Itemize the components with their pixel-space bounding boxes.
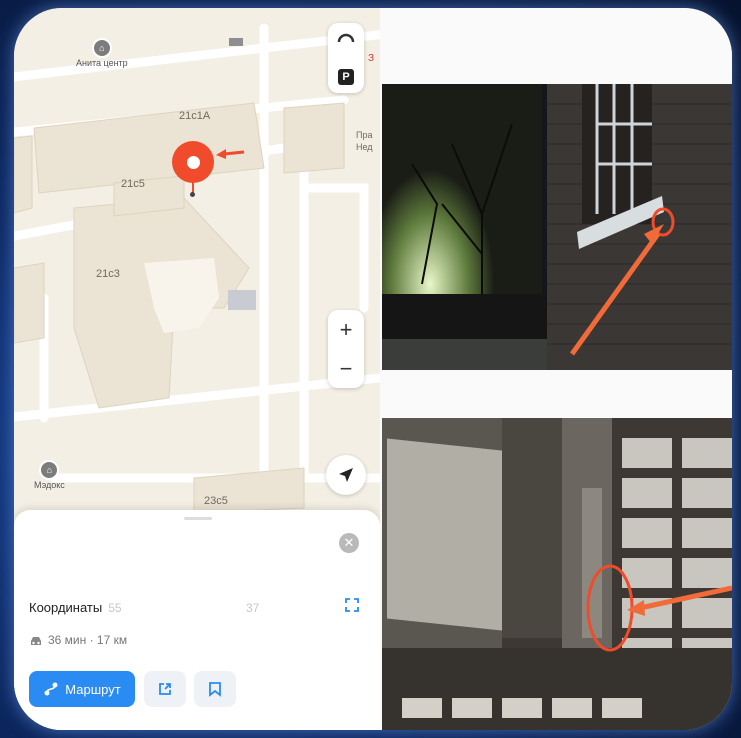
- share-button[interactable]: [144, 671, 186, 707]
- edge-text: Нед: [356, 142, 373, 152]
- edge-text: З: [368, 53, 375, 64]
- parking-icon[interactable]: P: [338, 69, 354, 85]
- route-time: 36 мин · 17 км: [48, 633, 128, 647]
- car-icon: [31, 636, 41, 645]
- loading-spinner-icon[interactable]: [335, 31, 357, 53]
- navigation-arrow-icon: [339, 468, 353, 482]
- photo-panel: [380, 8, 732, 730]
- poi-anita-center[interactable]: ⌂ Анита центр: [76, 38, 128, 68]
- coordinates-label: Координаты: [29, 600, 103, 615]
- poi-label: Мэдокс: [34, 480, 65, 490]
- building-label: 23с5: [204, 495, 228, 507]
- zoom-out-button[interactable]: −: [328, 349, 364, 388]
- map-roads: [14, 23, 380, 514]
- coordinates-value: 55: [108, 601, 122, 615]
- bookmark-icon: [209, 682, 221, 697]
- building-label: 21с1А: [179, 110, 211, 122]
- route-button[interactable]: Маршрут: [29, 671, 135, 707]
- zoom-in-button[interactable]: +: [328, 310, 364, 349]
- collage-card: ⌂ Анита центр ⌂ Мэдокс 21с1А 21с5 21с3 2…: [14, 8, 732, 730]
- share-icon: [159, 683, 171, 695]
- building-label: 21с5: [121, 178, 145, 190]
- building-icon: ⌂: [39, 460, 60, 480]
- place-card-sheet[interactable]: ✕ Координаты 55 37 36 мин · 17 км Маршру…: [14, 510, 380, 730]
- location-pin[interactable]: [172, 141, 214, 183]
- close-button[interactable]: ✕: [339, 533, 359, 553]
- photo-night-building: [382, 84, 732, 370]
- edge-text: Пра: [356, 130, 373, 140]
- my-location-button[interactable]: [326, 455, 366, 495]
- expand-icon[interactable]: [344, 597, 360, 613]
- building-label: 21с3: [96, 268, 120, 280]
- route-icon: [44, 682, 58, 696]
- coordinates-row[interactable]: Координаты 55: [29, 600, 122, 615]
- coordinates-value-tail: 37: [246, 601, 260, 615]
- photo-closeup-sill: [382, 418, 732, 730]
- route-info: 36 мин · 17 км: [29, 633, 127, 647]
- building-icon: ⌂: [91, 38, 112, 58]
- route-button-label: Маршрут: [65, 681, 121, 697]
- map-view[interactable]: ⌂ Анита центр ⌂ Мэдокс 21с1А 21с5 21с3 2…: [14, 8, 380, 730]
- map-top-controls: P: [328, 23, 364, 93]
- pointer-arrow-icon: [216, 149, 245, 159]
- zoom-controls: + −: [328, 310, 364, 388]
- sheet-grabber[interactable]: [184, 517, 212, 520]
- poi-madox[interactable]: ⌂ Мэдокс: [34, 460, 65, 490]
- poi-label: Анита центр: [76, 58, 128, 68]
- bookmark-button[interactable]: [194, 671, 236, 707]
